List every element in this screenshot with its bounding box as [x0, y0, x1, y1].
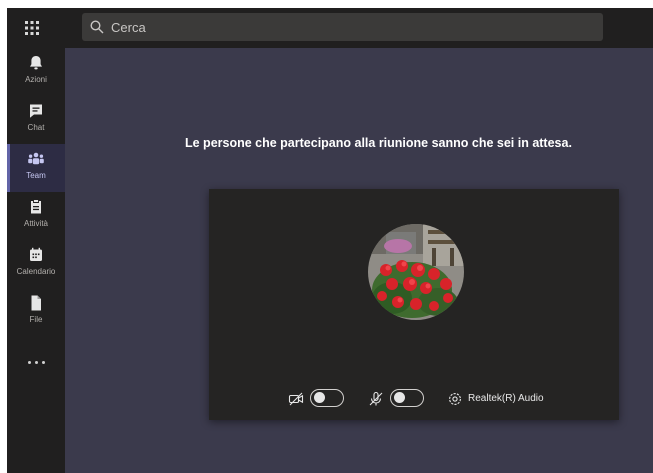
meeting-prejoin-area: Le persone che partecipano alla riunione… [65, 48, 653, 473]
bell-icon [30, 56, 42, 70]
search-icon [90, 20, 104, 34]
search-box[interactable]: Cerca [82, 13, 603, 41]
rail-item-file[interactable]: File [7, 288, 65, 336]
rail-item-team[interactable]: Team [7, 144, 65, 192]
team-icon [28, 152, 44, 165]
title-bar: Cerca [7, 8, 653, 48]
avatar-photo [368, 224, 464, 320]
rail-item-label: Chat [27, 123, 45, 132]
rail-item-attivita[interactable]: Attività [7, 192, 65, 240]
chat-icon [30, 104, 42, 118]
device-controls: Realtek(R) Audio [209, 387, 619, 411]
rail-item-azioni[interactable]: Azioni [7, 48, 65, 96]
camera-toggle[interactable] [310, 389, 344, 407]
waiting-message: Le persone che partecipano alla riunione… [185, 136, 572, 150]
more-apps-icon[interactable] [7, 352, 65, 372]
camera-off-icon [288, 392, 304, 406]
mic-off-icon [369, 391, 383, 406]
video-preview: Realtek(R) Audio [209, 189, 619, 420]
search-placeholder[interactable]: Cerca [111, 20, 146, 35]
rail-item-calendario[interactable]: Calendario [7, 240, 65, 288]
rail-item-chat[interactable]: Chat [7, 96, 65, 144]
audio-device-label[interactable]: Realtek(R) Audio [468, 393, 544, 404]
app-bar: Azioni Chat Team Attività Calendario Fil… [7, 48, 65, 473]
microphone-toggle[interactable] [390, 389, 424, 407]
rail-item-label: Attività [23, 219, 48, 228]
rail-item-label: File [29, 315, 43, 324]
file-icon [31, 295, 41, 311]
teams-window: Cerca Azioni Chat Team Attività Calendar… [7, 8, 653, 473]
app-launcher-icon[interactable] [24, 20, 40, 36]
avatar [368, 224, 464, 320]
settings-icon[interactable] [447, 391, 463, 407]
assignments-icon [31, 199, 41, 214]
rail-item-label: Team [26, 171, 46, 180]
rail-item-label: Calendario [16, 267, 56, 276]
calendar-icon [30, 247, 42, 261]
rail-item-label: Azioni [25, 75, 47, 84]
